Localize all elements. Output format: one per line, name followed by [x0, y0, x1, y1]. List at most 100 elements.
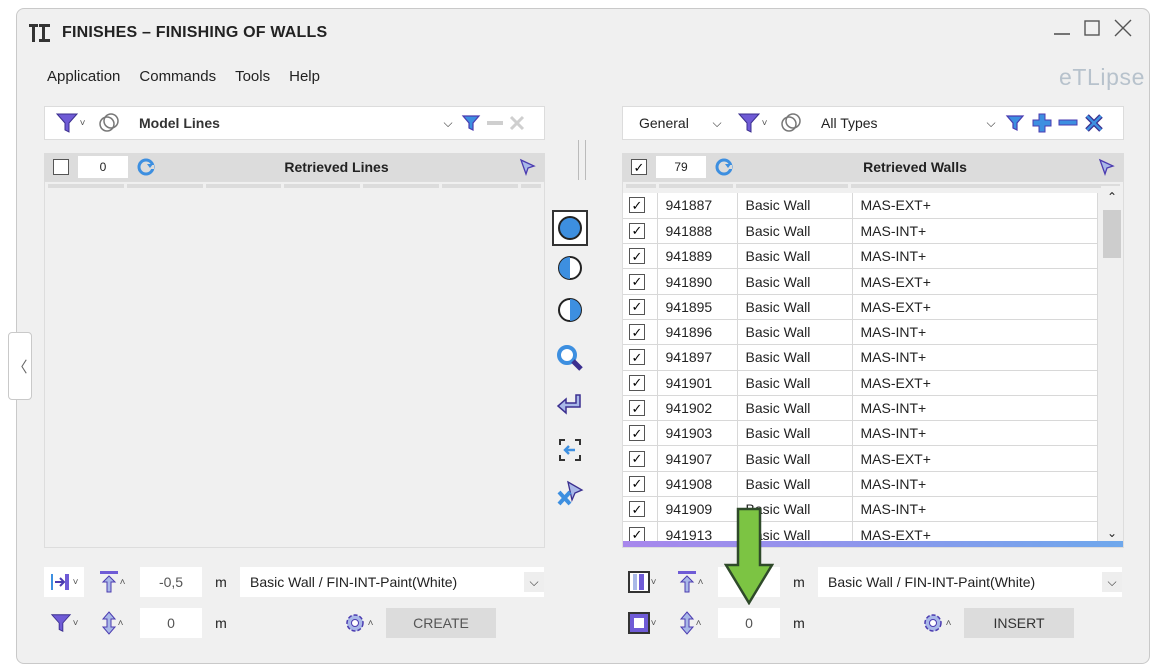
- row-checkbox[interactable]: ✓: [629, 298, 645, 315]
- right-height-button[interactable]: ˄: [668, 608, 712, 638]
- left-settings-button[interactable]: ˄: [336, 608, 380, 638]
- left-height-input[interactable]: 0: [140, 608, 202, 638]
- left-refresh-button[interactable]: [128, 158, 164, 176]
- height-arrows-icon: [101, 611, 116, 635]
- table-row[interactable]: ✓ 941907 Basic Wall MAS-EXT+: [623, 445, 1098, 472]
- right-apply-filter-button[interactable]: [1001, 113, 1029, 133]
- return-arrow-icon: [556, 394, 581, 415]
- app-logo-icon: [29, 24, 50, 42]
- right-refresh-button[interactable]: [706, 158, 742, 176]
- row-type: MAS-INT+: [852, 319, 1098, 346]
- right-base-offset-button[interactable]: ˄: [668, 567, 712, 597]
- row-checkbox[interactable]: ✓: [629, 222, 645, 239]
- left-height-button[interactable]: ˄: [90, 608, 134, 638]
- clear-selection-button[interactable]: [552, 476, 588, 512]
- row-checkbox[interactable]: ✓: [629, 374, 645, 391]
- row-checkbox[interactable]: ✓: [629, 324, 645, 341]
- left-list-header: 0 Retrieved Lines: [44, 153, 545, 181]
- row-checkbox[interactable]: ✓: [629, 475, 645, 492]
- create-button[interactable]: CREATE: [386, 608, 496, 638]
- right-category-combo-value: General: [639, 115, 689, 131]
- right-select-all-checkbox[interactable]: ✓: [631, 159, 647, 175]
- offset-up-icon: [677, 571, 696, 593]
- menu-commands[interactable]: Commands: [139, 68, 216, 85]
- maximize-icon[interactable]: [1083, 18, 1101, 44]
- return-button[interactable]: [552, 388, 588, 424]
- collapse-side-panel-button[interactable]: 〈: [8, 332, 32, 400]
- select-all-mode-button[interactable]: [552, 210, 588, 246]
- left-half-mode-button[interactable]: [552, 250, 588, 286]
- title-bar: FINISHES – FINISHING OF WALLS: [28, 22, 327, 44]
- right-list-scrollbar[interactable]: ⌃ ⌄: [1101, 186, 1123, 544]
- left-list-body[interactable]: [44, 181, 545, 548]
- row-checkbox[interactable]: ✓: [629, 400, 645, 417]
- row-type: MAS-INT+: [852, 420, 1098, 447]
- row-checkbox[interactable]: ✓: [629, 197, 645, 214]
- scroll-thumb[interactable]: [1103, 210, 1121, 258]
- scroll-up-icon[interactable]: ⌃: [1101, 186, 1123, 208]
- left-apply-filter-button[interactable]: [458, 113, 484, 133]
- table-row[interactable]: ✓ 941903 Basic Wall MAS-INT+: [623, 420, 1098, 447]
- menu-help[interactable]: Help: [289, 68, 320, 85]
- row-checkbox[interactable]: ✓: [629, 450, 645, 467]
- clear-x-icon: [509, 115, 525, 131]
- right-filter-menu-button[interactable]: ˅: [727, 111, 777, 135]
- row-checkbox[interactable]: ✓: [629, 349, 645, 366]
- table-row[interactable]: ✓ 941888 Basic Wall MAS-INT+: [623, 218, 1098, 245]
- left-intersect-button[interactable]: [95, 112, 123, 134]
- table-row[interactable]: ✓ 941901 Basic Wall MAS-EXT+: [623, 370, 1098, 396]
- right-select-in-model-button[interactable]: [1088, 158, 1124, 176]
- right-half-mode-button[interactable]: [552, 292, 588, 328]
- left-select-in-model-button[interactable]: [509, 158, 545, 176]
- left-filter-combo[interactable]: Model Lines ⌵: [123, 113, 458, 133]
- right-clear-button[interactable]: [1081, 113, 1107, 133]
- row-type: MAS-EXT+: [852, 445, 1098, 472]
- left-clear-button[interactable]: [506, 114, 528, 132]
- plus-icon: [1032, 113, 1052, 133]
- row-id: 941895: [657, 294, 738, 320]
- row-checkbox[interactable]: ✓: [629, 248, 645, 265]
- right-layer-button[interactable]: ˅: [622, 567, 662, 597]
- table-row[interactable]: ✓ 941908 Basic Wall MAS-INT+: [623, 471, 1098, 498]
- right-add-button[interactable]: [1029, 113, 1055, 133]
- table-row[interactable]: ✓ 941897 Basic Wall MAS-INT+: [623, 344, 1098, 371]
- table-row[interactable]: ✓ 941890 Basic Wall MAS-EXT+: [623, 268, 1098, 295]
- row-type: MAS-INT+: [852, 344, 1098, 371]
- left-remove-button[interactable]: [484, 114, 506, 132]
- insert-button[interactable]: INSERT: [964, 608, 1074, 638]
- table-row[interactable]: ✓ 941887 Basic Wall MAS-EXT+: [623, 193, 1098, 219]
- row-checkbox[interactable]: ✓: [629, 501, 645, 518]
- left-offset-input[interactable]: -0,5: [140, 567, 202, 597]
- right-location-line-button[interactable]: ˅: [622, 608, 662, 638]
- row-type: MAS-INT+: [852, 496, 1098, 523]
- left-base-offset-button[interactable]: ˄: [90, 567, 134, 597]
- right-category-combo[interactable]: General ⌵: [623, 113, 727, 133]
- table-row[interactable]: ✓ 941896 Basic Wall MAS-INT+: [623, 319, 1098, 346]
- right-height-input[interactable]: 0: [718, 608, 780, 638]
- cursor-arrow-icon: [1098, 158, 1115, 176]
- fit-to-selection-button[interactable]: [552, 432, 588, 468]
- row-checkbox[interactable]: ✓: [629, 425, 645, 442]
- table-row[interactable]: ✓ 941889 Basic Wall MAS-INT+: [623, 243, 1098, 270]
- left-align-button[interactable]: ˅: [44, 567, 84, 597]
- menu-application[interactable]: Application: [47, 68, 120, 85]
- right-settings-button[interactable]: ˄: [914, 608, 958, 638]
- row-family: Basic Wall: [737, 268, 853, 295]
- zoom-button[interactable]: [552, 340, 588, 376]
- splitter-handle[interactable]: [578, 140, 586, 180]
- left-select-all-checkbox[interactable]: [53, 159, 69, 175]
- left-filter-type-button[interactable]: ˅: [44, 608, 84, 638]
- close-icon[interactable]: [1113, 18, 1133, 44]
- left-filter-menu-button[interactable]: ˅: [45, 111, 95, 135]
- right-type-combo[interactable]: Basic Wall / FIN-INT-Paint(White) ⌵: [818, 567, 1122, 597]
- right-remove-button[interactable]: [1055, 113, 1081, 133]
- table-row[interactable]: ✓ 941902 Basic Wall MAS-INT+: [623, 395, 1098, 422]
- right-intersect-button[interactable]: [777, 112, 805, 134]
- menu-tools[interactable]: Tools: [235, 68, 270, 85]
- minimize-icon[interactable]: [1053, 18, 1071, 44]
- left-type-combo[interactable]: Basic Wall / FIN-INT-Paint(White) ⌵: [240, 567, 544, 597]
- table-row[interactable]: ✓ 941909 Basic Wall MAS-INT+: [623, 496, 1098, 523]
- right-filter-combo[interactable]: All Types ⌵: [805, 113, 1001, 133]
- table-row[interactable]: ✓ 941895 Basic Wall MAS-EXT+: [623, 294, 1098, 320]
- row-checkbox[interactable]: ✓: [629, 273, 645, 290]
